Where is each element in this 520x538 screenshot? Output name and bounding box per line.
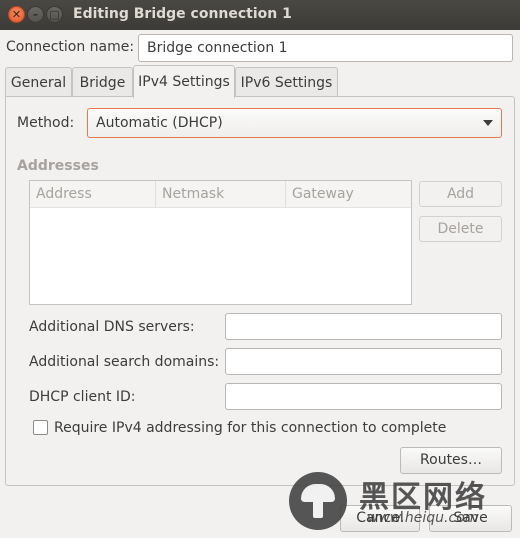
dhcp-client-id-label: DHCP client ID: xyxy=(29,389,136,405)
column-header-netmask[interactable]: Netmask xyxy=(155,181,285,207)
dns-servers-input[interactable] xyxy=(225,313,502,340)
tab-ipv6-settings[interactable]: IPv6 Settings xyxy=(235,67,338,97)
addresses-table[interactable]: Address Netmask Gateway xyxy=(29,180,412,305)
chevron-down-icon xyxy=(483,120,493,126)
maximize-window-button[interactable]: □ xyxy=(46,6,63,23)
method-dropdown[interactable]: Automatic (DHCP) xyxy=(87,108,502,138)
add-address-button[interactable]: Add xyxy=(419,181,502,207)
minimize-icon: – xyxy=(32,8,39,21)
search-domains-input[interactable] xyxy=(225,348,502,375)
title-bar: ✕ – □ Editing Bridge connection 1 xyxy=(0,0,520,30)
tab-general[interactable]: General xyxy=(5,67,72,97)
require-ipv4-checkbox[interactable] xyxy=(33,420,48,435)
close-window-button[interactable]: ✕ xyxy=(8,6,25,23)
dns-servers-label: Additional DNS servers: xyxy=(29,319,195,335)
method-label: Method: xyxy=(17,115,75,131)
mushroom-logo-icon xyxy=(289,472,347,530)
addresses-heading: Addresses xyxy=(17,158,99,174)
minimize-window-button[interactable]: – xyxy=(27,6,44,23)
require-ipv4-label[interactable]: Require IPv4 addressing for this connect… xyxy=(54,420,446,436)
maximize-icon: □ xyxy=(49,8,60,21)
watermark: 黑区网络 www.heiqu.com xyxy=(285,470,520,538)
watermark-url: www.heiqu.com xyxy=(367,510,479,526)
method-value: Automatic (DHCP) xyxy=(96,115,223,131)
tab-ipv4-settings[interactable]: IPv4 Settings xyxy=(133,65,235,98)
window-title: Editing Bridge connection 1 xyxy=(73,6,292,22)
dhcp-client-id-input[interactable] xyxy=(225,383,502,410)
connection-name-input[interactable] xyxy=(138,34,513,62)
tab-bridge[interactable]: Bridge xyxy=(72,67,133,97)
search-domains-label: Additional search domains: xyxy=(29,354,220,370)
close-icon: ✕ xyxy=(11,8,22,21)
column-header-gateway[interactable]: Gateway xyxy=(285,181,411,207)
column-header-address[interactable]: Address xyxy=(30,181,155,207)
addresses-table-header: Address Netmask Gateway xyxy=(30,181,411,208)
delete-address-button[interactable]: Delete xyxy=(419,216,502,242)
connection-name-label: Connection name: xyxy=(6,39,135,55)
